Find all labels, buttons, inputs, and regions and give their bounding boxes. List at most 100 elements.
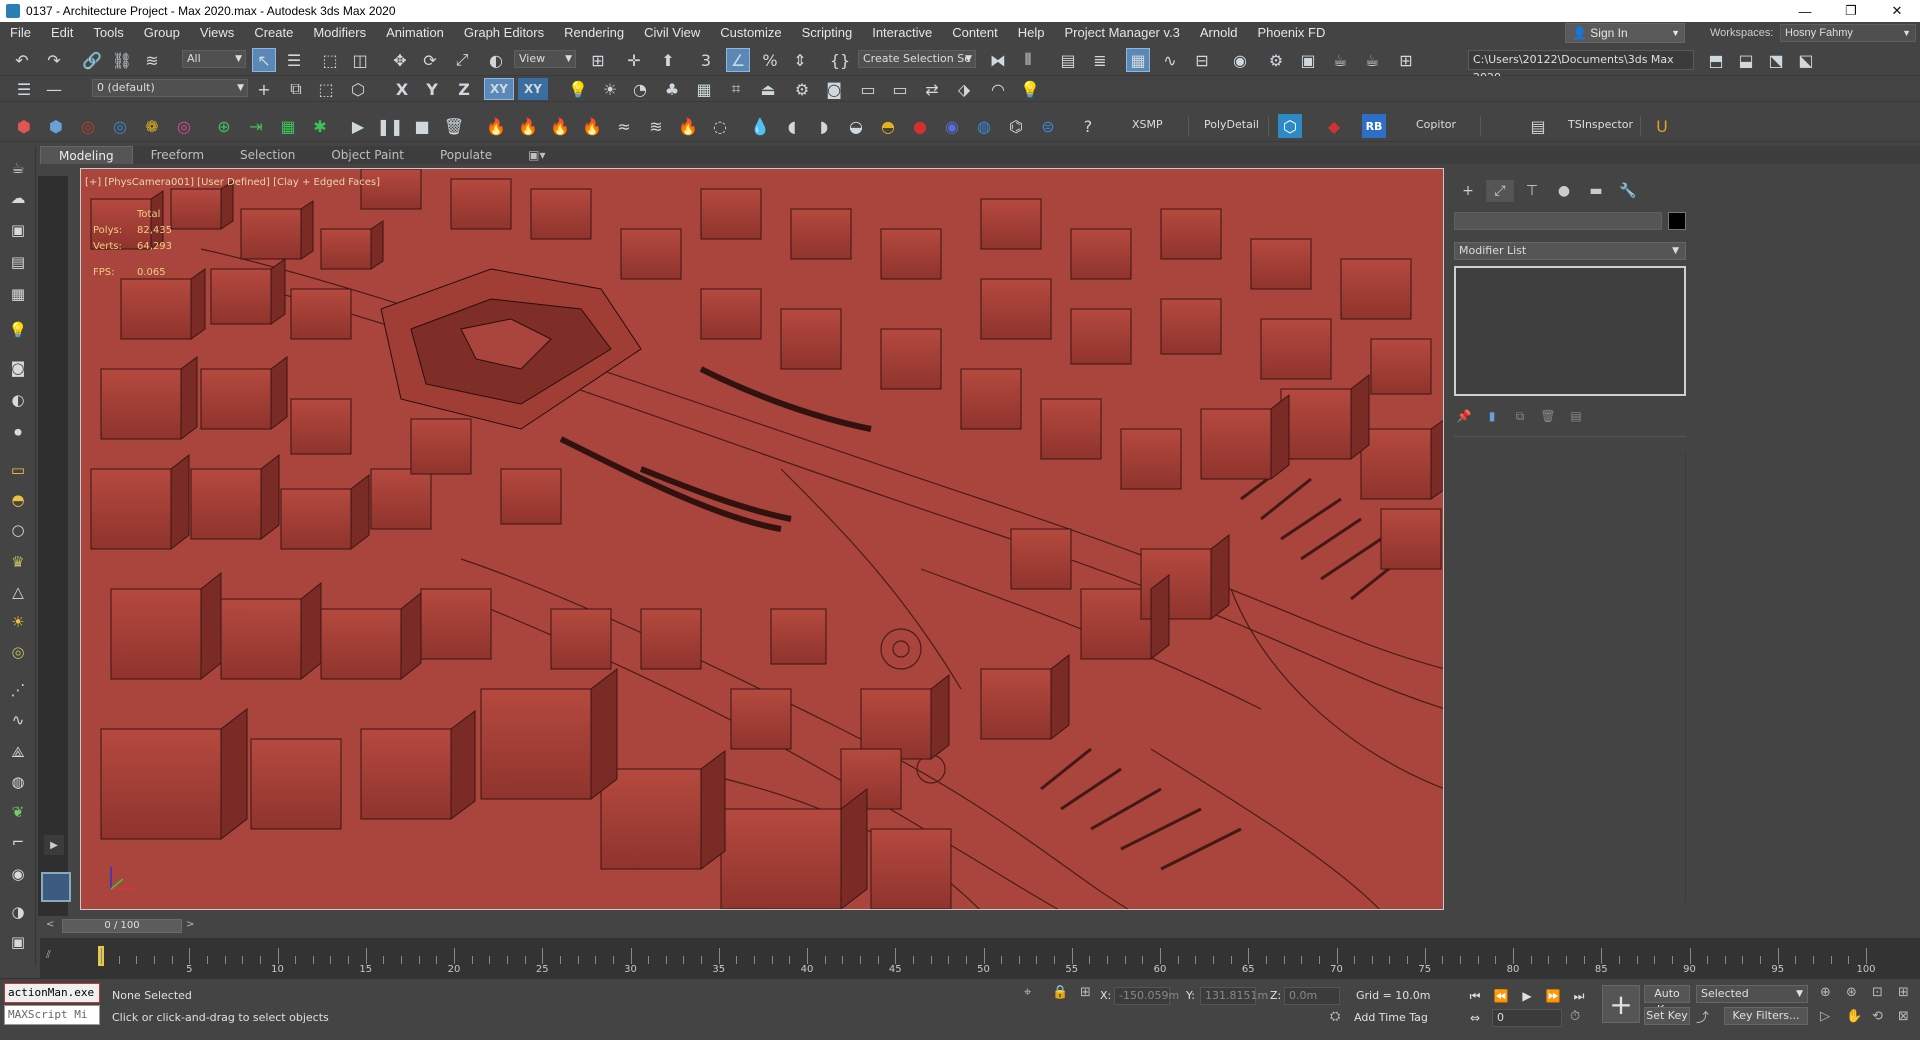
set-key-button[interactable]: Set Key — [1644, 1007, 1690, 1025]
glass-icon[interactable]: ◗ — [812, 114, 836, 138]
render-in-cloud-icon[interactable]: ⊞ — [1394, 48, 1418, 72]
zoom-extents-all-icon[interactable]: ⊞ — [1898, 985, 1909, 1000]
grid-icon[interactable]: ⌗ — [724, 78, 748, 100]
object-color-swatch[interactable] — [1668, 212, 1686, 230]
link-icon[interactable]: 🔗 — [80, 48, 104, 72]
render-view-icon[interactable]: ◔ — [628, 78, 652, 100]
time-tag-icon[interactable]: ⛭ — [1330, 1009, 1340, 1024]
display-tab-icon[interactable]: ▬ — [1582, 180, 1610, 202]
unlink-icon[interactable]: ⛓ — [110, 48, 134, 72]
sphere-grid-icon[interactable]: ⬢ — [44, 114, 68, 138]
track-bar[interactable]: ⫽ 5 10 15 20 25 30 35 40 45 50 55 60 65 70 75 80 85 90 95 1… — [40, 938, 1920, 978]
configure-modifier-sets-icon[interactable]: ▤ — [1566, 406, 1586, 426]
menu-animation[interactable]: Animation — [376, 22, 454, 44]
tab-object-paint[interactable]: Object Paint — [313, 146, 422, 164]
menu-rendering[interactable]: Rendering — [554, 22, 634, 44]
menu-tools[interactable]: Tools — [83, 22, 133, 44]
menu-interactive[interactable]: Interactive — [862, 22, 942, 44]
rect-selection-icon[interactable]: ⬚ — [318, 48, 342, 72]
disc-icon[interactable]: ◉ — [6, 862, 30, 886]
spinner-snap-icon[interactable]: ⇕ — [788, 48, 812, 72]
zoom-icon[interactable]: ⊕ — [1820, 985, 1831, 1000]
liquid-icon[interactable]: 💧 — [748, 114, 772, 138]
select-manipulate-icon[interactable]: ✛ — [622, 48, 646, 72]
gear-icon[interactable]: ⚙ — [790, 78, 814, 100]
add-to-layer-icon[interactable]: + — [252, 78, 276, 100]
link-objects-icon[interactable]: ⬗ — [952, 78, 976, 100]
show-end-result-icon[interactable]: ▮ — [1482, 406, 1502, 426]
boot-icon[interactable]: ⌐ — [6, 830, 30, 854]
polydetail-button[interactable]: PolyDetail — [1204, 118, 1259, 131]
menu-civil-view[interactable]: Civil View — [634, 22, 710, 44]
pivot-center-icon[interactable]: ⊞ — [586, 48, 610, 72]
auto-key-button[interactable]: Auto Key — [1644, 985, 1690, 1016]
schematic-view-icon[interactable]: ⊟ — [1190, 48, 1214, 72]
angle-snap-icon[interactable]: ∠ — [726, 48, 750, 72]
list-icon[interactable]: ▤ — [6, 250, 30, 274]
cube-plugin-icon[interactable]: ⬡ — [1278, 114, 1302, 138]
light-bulb-icon[interactable]: 💡 — [1018, 78, 1042, 100]
time-slider-thumb[interactable]: 0 / 100 — [62, 919, 182, 933]
stop-icon[interactable]: ■ — [410, 114, 434, 138]
camera-icon[interactable]: ◙ — [6, 356, 30, 380]
restore-button[interactable]: ❐ — [1828, 0, 1874, 22]
sign-in-button[interactable]: 👤 Sign In ▼ — [1565, 23, 1685, 43]
pyramid-icon[interactable]: ⟁ — [6, 740, 30, 764]
constrain-z-button[interactable]: Z — [452, 78, 476, 100]
make-unique-icon[interactable]: ⧉ — [1510, 406, 1530, 426]
constrain-xy-toggle-button[interactable]: XY — [518, 78, 548, 100]
forest-star-icon[interactable]: ✱ — [308, 114, 332, 138]
fire-splash-icon[interactable]: 🔥 — [580, 114, 604, 138]
render-icon[interactable]: ▣ — [6, 930, 30, 954]
motion-icon[interactable]: ⇄ — [920, 78, 944, 100]
set-key-big-icon[interactable]: + — [1602, 985, 1640, 1023]
cone-icon[interactable]: △ — [6, 580, 30, 604]
mirror-icon[interactable]: ⧓ — [986, 48, 1010, 72]
shield-icon[interactable]: ◉ — [940, 114, 964, 138]
key-mode-dropdown[interactable]: Selected ▼ — [1696, 985, 1808, 1003]
vortex-icon[interactable]: ◌ — [708, 114, 732, 138]
project-open-icon[interactable]: ⬔ — [1764, 48, 1788, 72]
curve-editor-icon[interactable]: ∿ — [1158, 48, 1182, 72]
named-selection-dropdown[interactable]: Create Selection Se ▼ — [858, 50, 976, 68]
teapot-icon[interactable]: ☕ — [6, 156, 30, 180]
previous-frame-icon[interactable]: ⏪ — [1492, 987, 1510, 1005]
tab-populate[interactable]: Populate — [422, 146, 510, 164]
sun-icon[interactable]: ☀ — [598, 78, 622, 100]
globe-icon[interactable]: ◍ — [6, 770, 30, 794]
fire-volume-icon[interactable]: 🔥 — [548, 114, 572, 138]
pause-icon[interactable]: ❚❚ — [377, 114, 404, 138]
close-button[interactable]: ✕ — [1874, 0, 1920, 22]
expand-layout-tab-icon[interactable]: ▶ — [44, 835, 64, 855]
box-icon[interactable]: ⬢ — [12, 114, 36, 138]
select-by-name-icon[interactable]: ☰ — [282, 48, 306, 72]
maximize-viewport-icon[interactable]: ⊠ — [1898, 1009, 1909, 1024]
snaps-toggle-icon[interactable]: 3 — [694, 48, 718, 72]
rendered-frame-window-icon[interactable]: ▣ — [1296, 48, 1320, 72]
add-time-tag-button[interactable]: Add Time Tag — [1354, 1011, 1428, 1024]
next-frame-icon[interactable]: ⏩ — [1544, 987, 1562, 1005]
render-iterative-icon[interactable]: ☕ — [1360, 48, 1384, 72]
flame-icon[interactable]: 🔥 — [676, 114, 700, 138]
default-in-out-tangent-icon[interactable]: ⤴ — [1696, 1007, 1709, 1026]
menu-content[interactable]: Content — [942, 22, 1008, 44]
zoom-all-icon[interactable]: ⊛ — [1846, 985, 1857, 1000]
redo-icon[interactable]: ↷ — [42, 48, 66, 72]
maxscript-listener-output[interactable]: actionMan.exe — [4, 983, 100, 1003]
ribbon-options-icon[interactable]: ▣▾ — [510, 146, 563, 164]
x-coord-field[interactable]: -150.059m — [1114, 987, 1179, 1005]
pin-stack-icon[interactable]: 📌 — [1454, 406, 1474, 426]
create-tab-icon[interactable]: + — [1454, 180, 1482, 202]
maxscript-mini-listener[interactable]: MAXScript Mi — [4, 1005, 100, 1025]
select-object-icon[interactable]: ↖ — [252, 48, 276, 72]
modifier-list-dropdown[interactable]: Modifier List ▼ — [1454, 242, 1686, 260]
table-icon[interactable]: ▦ — [6, 282, 30, 306]
selection-filter-dropdown[interactable]: All ▼ — [182, 50, 246, 68]
viewport-label-menu[interactable]: [+] [PhysCamera001] [User Defined] [Clay… — [85, 177, 380, 188]
menu-help[interactable]: Help — [1008, 22, 1055, 44]
light-bulb-icon[interactable]: 💡 — [6, 318, 30, 342]
viewport-camera[interactable]: [+] [PhysCamera001] [User Defined] [Clay… — [80, 168, 1444, 910]
menu-file[interactable]: File — [0, 22, 41, 44]
copitor-button[interactable]: Copitor — [1416, 118, 1456, 131]
constrain-y-button[interactable]: Y — [420, 78, 444, 100]
